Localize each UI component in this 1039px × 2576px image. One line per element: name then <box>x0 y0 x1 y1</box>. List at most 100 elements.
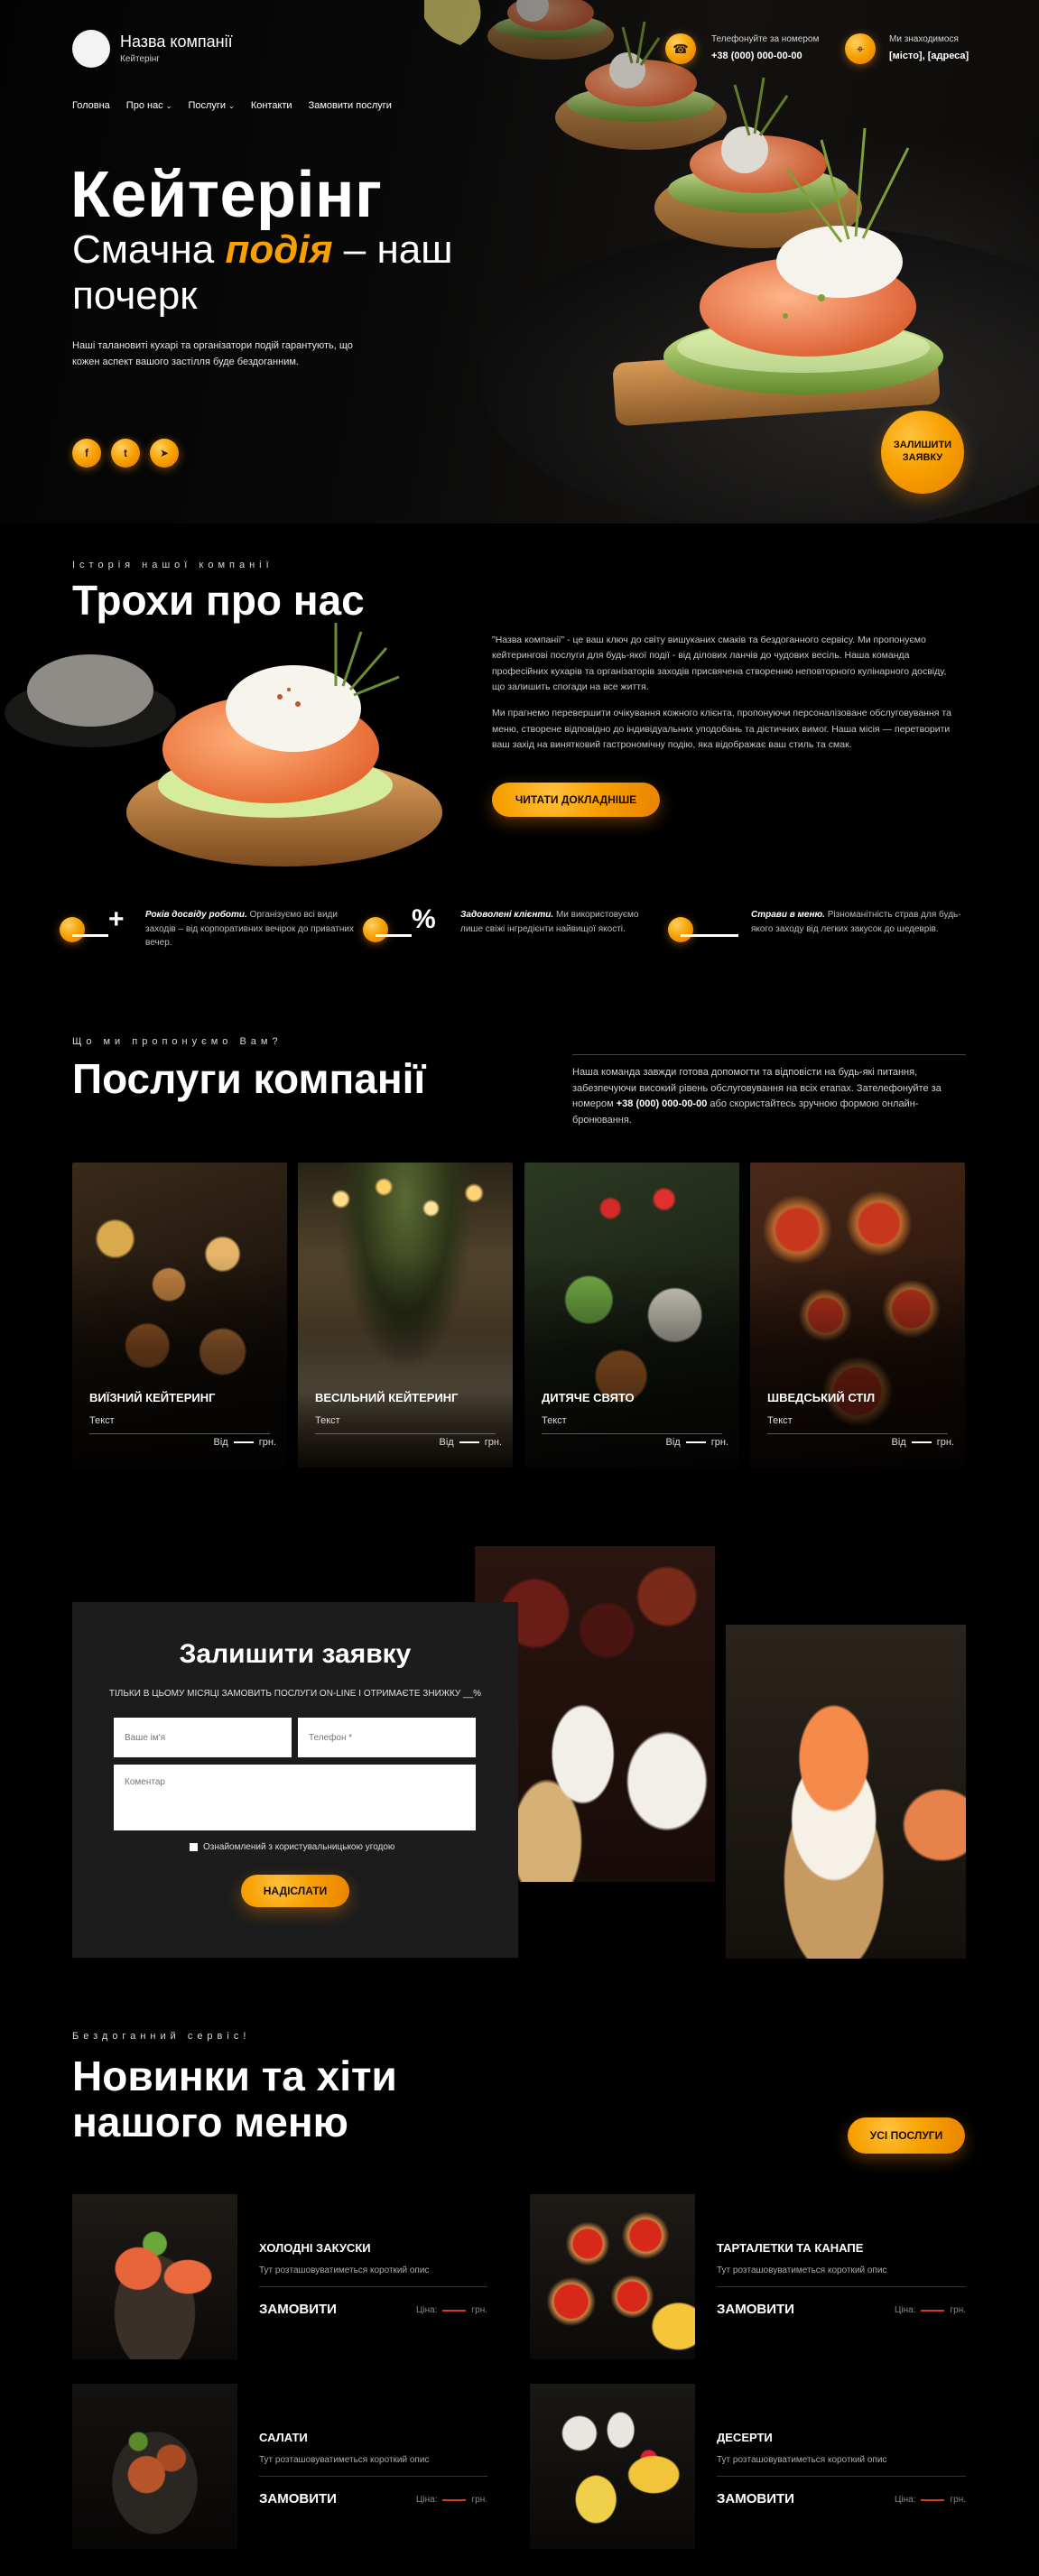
read-more-button[interactable]: Читати докладніше <box>492 783 660 817</box>
service-price: Від грн. <box>892 1437 954 1448</box>
services-phone[interactable]: +38 (000) 000-00-00 <box>617 1098 708 1109</box>
service-card-wedding[interactable]: Весільний кейтеринг Текст Від грн. <box>298 1163 513 1468</box>
phone-label: Телефонуйте за номером <box>711 34 820 44</box>
nav-item-home[interactable]: Головна <box>72 100 110 111</box>
form-side-image-2 <box>726 1625 966 1959</box>
menu-item-price: Ціна: грн. <box>895 2495 966 2505</box>
currency: грн. <box>950 2305 966 2315</box>
menu-item-tartlets: Тарталетки та канапе Тут розташовуватиме… <box>530 2194 966 2359</box>
stat-experience: + Років досвіду роботи. Організуємо всі … <box>60 904 366 962</box>
agreement-label: Ознайомлений з користувальницькою угодою <box>203 1842 395 1852</box>
service-text: Текст <box>315 1415 340 1426</box>
currency: грн. <box>471 2305 487 2315</box>
phone-number[interactable]: +38 (000) 000-00-00 <box>711 51 802 61</box>
service-title: Виїзний кейтеринг <box>89 1391 216 1404</box>
about-text: "Назва компанії" - це ваш ключ до світу … <box>492 633 961 753</box>
stat-heading: Років досвіду роботи. <box>145 910 247 920</box>
brand-name[interactable]: Назва компанії <box>120 32 233 51</box>
hero-description: Наші талановиті кухарі та організатори п… <box>72 340 353 367</box>
menu-item-title: Десерти <box>717 2431 773 2444</box>
service-price: Від грн. <box>440 1437 502 1448</box>
plus-icon: + <box>108 904 125 934</box>
order-button[interactable]: Замовити <box>717 2491 794 2507</box>
nav-item-label: Про нас <box>125 100 163 111</box>
price-label: Ціна: <box>895 2305 916 2315</box>
order-button[interactable]: Замовити <box>717 2302 794 2317</box>
hero-subtitle-accent: подія <box>225 227 333 272</box>
all-services-button[interactable]: Усі послуги <box>848 2117 965 2154</box>
menu-item-cold-appetizers: Холодні закуски Тут розташовуватиметься … <box>72 2194 487 2359</box>
dishes-icon <box>668 917 693 942</box>
nav-item-contacts[interactable]: Контакти <box>251 100 292 111</box>
address-label: Ми знаходимося <box>889 34 959 44</box>
comment-field[interactable] <box>114 1765 476 1830</box>
services-eyebrow: Що ми пропонуємо Вам? <box>72 1036 283 1047</box>
about-paragraph-1: "Назва компанії" - це ваш ключ до світу … <box>492 635 947 692</box>
brand-subtitle: Кейтерінг <box>120 54 160 64</box>
menu-title-line1: Новинки та хіти <box>72 2052 397 2099</box>
price-blank <box>685 1441 706 1443</box>
price-blank <box>921 2498 945 2501</box>
services-description: Наша команда завжди готова допомогти та … <box>572 1065 966 1128</box>
divider <box>315 1433 496 1434</box>
menu-title: Новинки та хіти нашого меню <box>72 2053 397 2145</box>
leave-request-button[interactable]: Залишити заявку <box>881 411 964 494</box>
menu-eyebrow: Бездоганний сервіс! <box>72 2031 251 2042</box>
form-title: Залишити заявку <box>179 1639 412 1669</box>
telegram-icon[interactable]: ➤ <box>150 439 179 468</box>
currency: грн. <box>936 1437 954 1448</box>
name-field[interactable] <box>114 1718 292 1757</box>
price-label: Ціна: <box>416 2305 438 2315</box>
menu-title-line2: нашого меню <box>72 2098 348 2145</box>
agreement-checkbox-row[interactable]: Ознайомлений з користувальницькою угодою <box>190 1842 394 1852</box>
price-blank <box>442 2498 467 2501</box>
menu-item-price: Ціна: грн. <box>416 2495 487 2505</box>
menu-item-desserts: Десерти Тут розташовуватиметься короткий… <box>530 2384 966 2549</box>
service-card-kids-party[interactable]: Дитяче свято Текст Від грн. <box>524 1163 739 1468</box>
price-label: Ціна: <box>895 2495 916 2505</box>
menu-item-image <box>72 2194 237 2359</box>
service-title: Шведський стіл <box>767 1391 876 1404</box>
phone-field[interactable] <box>298 1718 476 1757</box>
menu-item-salads: Салати Тут розташовуватиметься короткий … <box>72 2384 487 2549</box>
menu-item-desc: Тут розташовуватиметься короткий опис <box>717 2266 887 2275</box>
nav-item-services[interactable]: Послуги ⌄ <box>188 100 234 111</box>
services-title: Послуги компанії <box>72 1055 426 1102</box>
divider <box>572 1054 966 1055</box>
twitter-icon[interactable]: t <box>111 439 140 468</box>
service-text: Текст <box>542 1415 567 1426</box>
stat-value-line <box>681 934 738 937</box>
facebook-icon[interactable]: f <box>72 439 101 468</box>
menu-item-title: Холодні закуски <box>259 2241 371 2255</box>
agreement-checkbox[interactable] <box>190 1843 198 1851</box>
price-blank <box>911 1441 932 1443</box>
divider <box>89 1433 270 1434</box>
menu-item-image <box>530 2194 695 2359</box>
image <box>726 1625 966 1959</box>
main-nav: Головна Про нас ⌄ Послуги ⌄ Контакти Зам… <box>72 100 392 111</box>
order-button[interactable]: Замовити <box>259 2302 337 2317</box>
nav-item-about[interactable]: Про нас ⌄ <box>126 100 172 111</box>
divider <box>717 2286 966 2287</box>
divider <box>717 2476 966 2477</box>
stat-dishes: Страви в меню. Різноманітність страв для… <box>668 908 975 962</box>
service-card-buffet[interactable]: Шведський стіл Текст Від грн. <box>750 1163 965 1468</box>
currency: грн. <box>471 2495 487 2505</box>
stat-heading: Страви в меню. <box>751 910 825 920</box>
chevron-down-icon: ⌄ <box>228 102 235 110</box>
stat-text: Років досвіду роботи. Організуємо всі ви… <box>145 908 362 950</box>
menu-item-desc: Тут розташовуватиметься короткий опис <box>717 2455 887 2465</box>
submit-button[interactable]: Надіслати <box>241 1875 349 1907</box>
hero-title: Кейтерінг <box>70 159 383 231</box>
logo[interactable] <box>72 30 110 68</box>
menu-item-desc: Тут розташовуватиметься короткий опис <box>259 2455 430 2465</box>
service-card-offsite[interactable]: Виїзний кейтеринг Текст Від грн. <box>72 1163 287 1468</box>
nav-item-order[interactable]: Замовити послуги <box>309 100 392 111</box>
phone-icon[interactable]: ☎ <box>665 33 696 64</box>
address-value: [місто], [адреса] <box>889 51 969 61</box>
nav-item-label: Послуги <box>188 100 227 111</box>
menu-item-title: Салати <box>259 2431 308 2444</box>
order-button[interactable]: Замовити <box>259 2491 337 2507</box>
service-title: Весільний кейтеринг <box>315 1391 459 1404</box>
service-price: Від грн. <box>666 1437 728 1448</box>
